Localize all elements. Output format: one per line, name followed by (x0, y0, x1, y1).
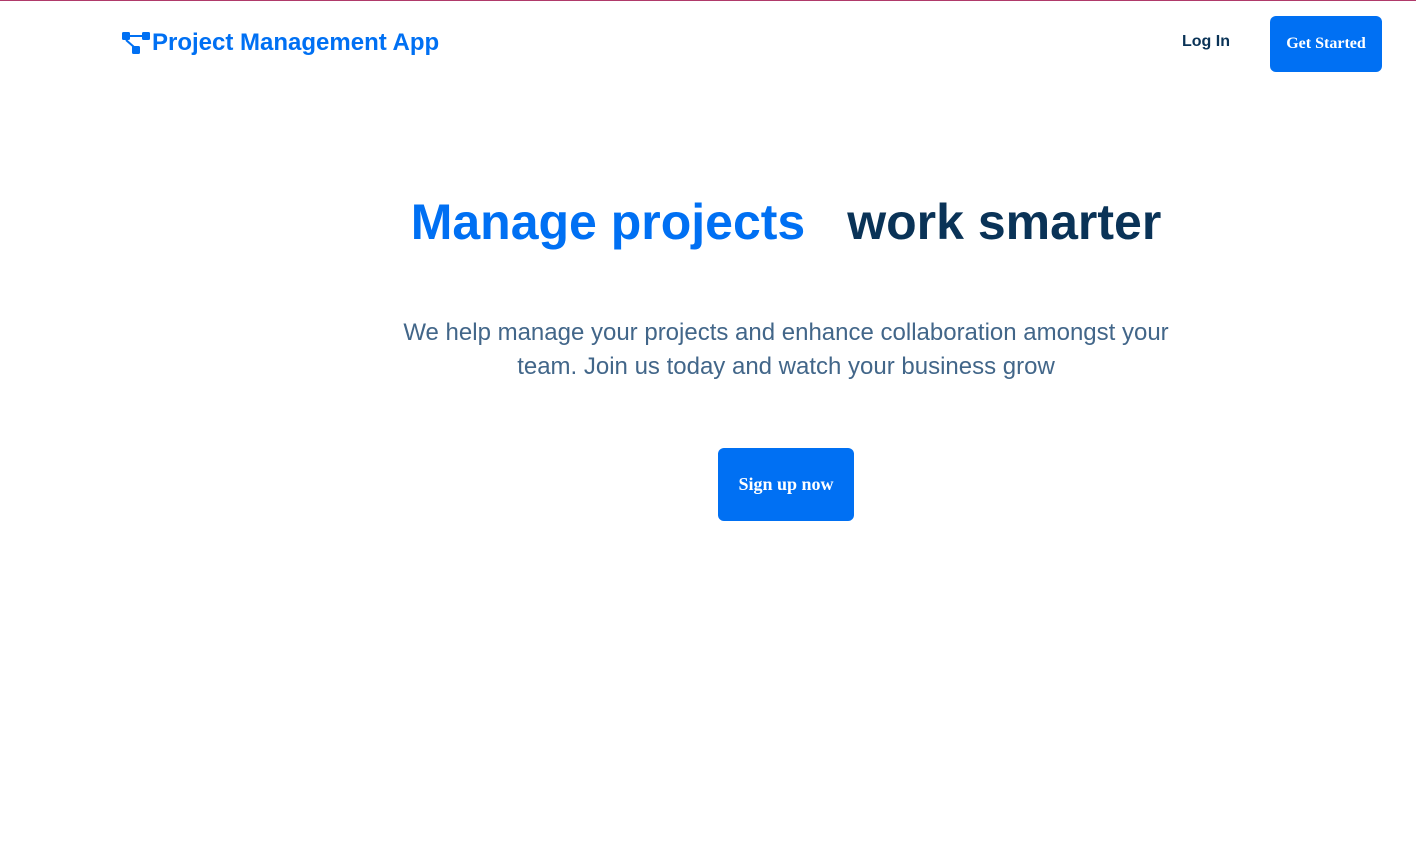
hero-subtitle: We help manage your projects and enhance… (403, 319, 1169, 380)
hero-title-accent: Manage projects (410, 194, 806, 250)
hero-title-rest: work smarter (847, 194, 1162, 250)
brand-name: Project Management App (152, 29, 440, 56)
workflow-icon (122, 32, 150, 54)
sign-up-button[interactable]: Sign up now (718, 448, 854, 521)
brand-logo-link[interactable]: Project Management App (121, 29, 439, 57)
top-navbar: Project Management App Log In Get Starte… (0, 1, 1416, 87)
login-link[interactable]: Log In (1182, 32, 1230, 52)
get-started-button[interactable]: Get Started (1270, 16, 1382, 72)
hero-title: Manage projects work smarter (0, 192, 1416, 252)
